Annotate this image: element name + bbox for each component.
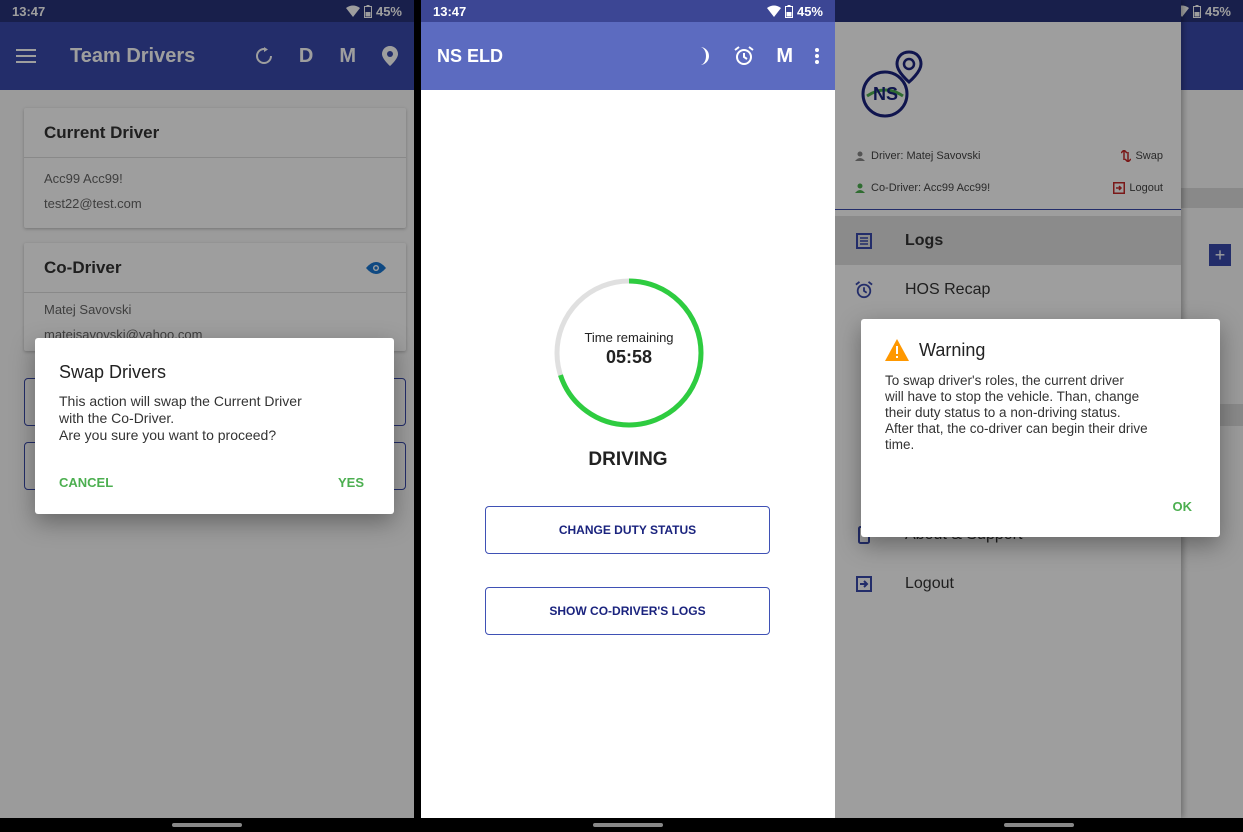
nav-bar (0, 818, 414, 832)
warning-dialog: Warning To swap driver's roles, the curr… (861, 319, 1220, 537)
dialog-message-line: will have to stop the vehicle. Than, cha… (885, 389, 1140, 404)
ok-button[interactable]: OK (1173, 499, 1193, 514)
dialog-message-line: Are you sure you want to proceed? (59, 427, 277, 443)
warning-icon (885, 339, 909, 361)
change-duty-status-button[interactable]: CHANGE DUTY STATUS (485, 506, 770, 554)
swap-drivers-dialog: Swap Drivers This action will swap the C… (35, 338, 394, 514)
dialog-buttons: CANCEL YES (59, 475, 364, 490)
yes-button[interactable]: YES (338, 475, 364, 490)
home-handle[interactable] (593, 823, 663, 827)
dialog-message-line: This action will swap the Current Driver (59, 393, 302, 409)
alarm-icon[interactable] (734, 46, 754, 66)
dialog-message-line: time. (885, 437, 915, 452)
nav-bar (421, 818, 835, 832)
cancel-button[interactable]: CANCEL (59, 475, 113, 490)
moon-icon[interactable] (698, 47, 712, 65)
more-icon[interactable] (815, 48, 819, 64)
app-bar-title: NS ELD (437, 45, 504, 66)
dialog-title-row: Warning (885, 339, 1196, 361)
dialog-title: Swap Drivers (59, 362, 167, 382)
dialog-message-line: their duty status to a non-driving statu… (885, 405, 1121, 420)
battery-percent: 45% (796, 3, 823, 19)
time-remaining-value: 05:58 (605, 347, 653, 367)
dialog-title: Warning (919, 339, 986, 360)
drawer-warning-screen: 13:47 45% + NS (835, 0, 1243, 832)
show-codriver-logs-button[interactable]: SHOW CO-DRIVER'S LOGS (485, 587, 770, 635)
dialog-message: This action will swap the Current Driver… (59, 393, 370, 444)
app-bar: NS ELD M (421, 22, 835, 90)
status-time: 13:47 (433, 3, 467, 19)
dialog-message-line: To swap driver's roles, the current driv… (885, 373, 1124, 388)
battery-icon (784, 4, 793, 18)
dialog-message-line: After that, the co-driver can begin thei… (885, 421, 1148, 436)
nav-bar (835, 818, 1243, 832)
duty-m-button[interactable]: M (776, 45, 793, 68)
driving-screen: 13:47 45% NS ELD M Time remaining 05:58 … (421, 0, 835, 832)
home-handle[interactable] (1004, 823, 1074, 827)
wifi-icon (766, 5, 781, 17)
dialog-message: To swap driver's roles, the current driv… (885, 373, 1196, 453)
team-drivers-screen: 13:47 45% Team Drivers D M Current Drive… (0, 0, 414, 832)
time-remaining-label: Time remaining (584, 330, 674, 345)
duty-status: DRIVING (588, 449, 668, 470)
timer-readout: Time remaining 05:58 (551, 330, 707, 368)
status-bar: 13:47 45% (421, 0, 835, 22)
home-handle[interactable] (172, 823, 242, 827)
dialog-message-line: with the Co-Driver. (59, 410, 175, 426)
